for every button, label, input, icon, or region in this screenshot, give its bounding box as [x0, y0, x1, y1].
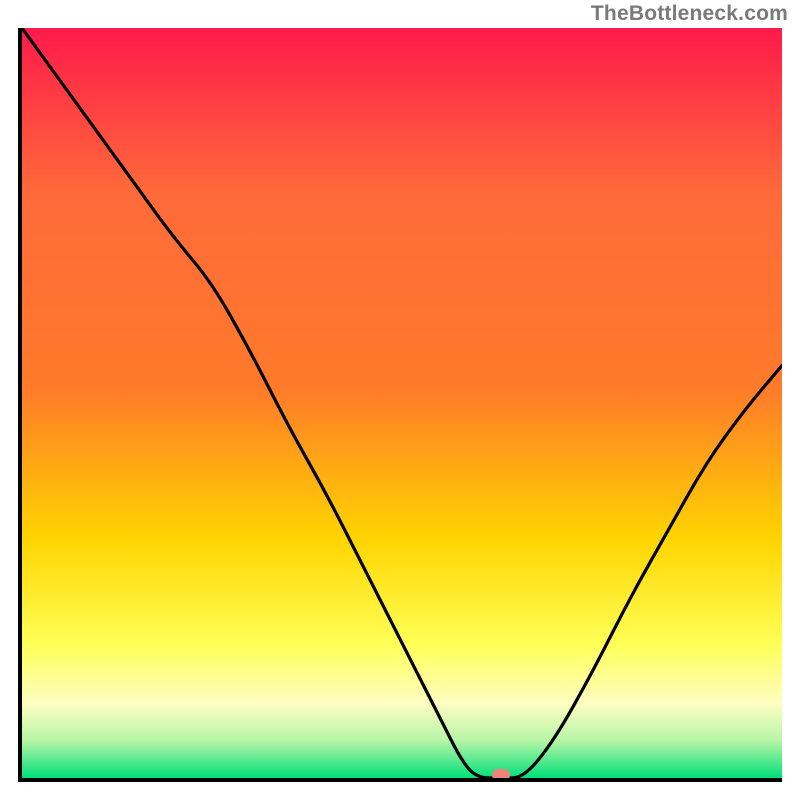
optimum-marker: [492, 769, 510, 781]
watermark-text: TheBottleneck.com: [591, 2, 788, 26]
chart-container: TheBottleneck.com: [0, 0, 800, 800]
plot-area: [18, 28, 782, 782]
bottleneck-curve: [22, 28, 782, 778]
